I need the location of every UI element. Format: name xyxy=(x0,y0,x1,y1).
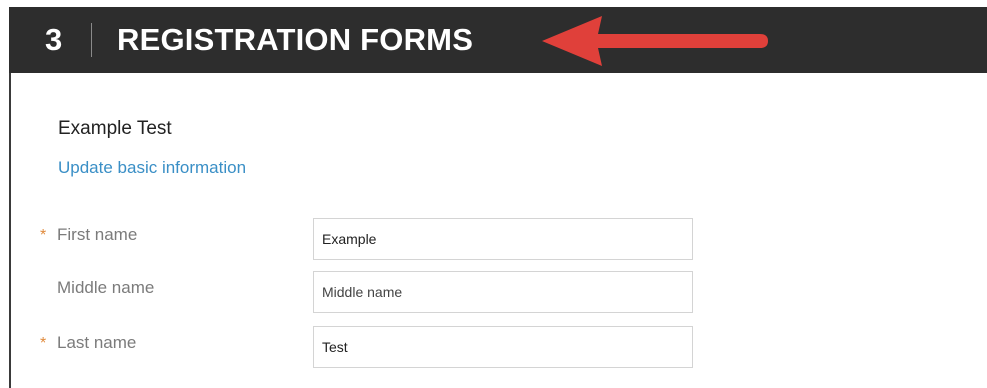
middle-name-field[interactable] xyxy=(313,271,693,313)
required-marker: * xyxy=(40,227,47,244)
header-divider xyxy=(91,23,92,57)
first-name-label: First name xyxy=(57,225,138,244)
first-name-row: * First name xyxy=(0,218,987,264)
section-header: 3 REGISTRATION FORMS xyxy=(9,7,987,73)
required-marker: * xyxy=(40,335,47,352)
section-number: 3 xyxy=(45,22,63,57)
last-name-label: Last name xyxy=(57,333,137,352)
registration-page: 3 REGISTRATION FORMS Example Test Update… xyxy=(0,0,987,388)
middle-name-label: Middle name xyxy=(57,278,155,297)
left-arrow-icon xyxy=(542,16,768,66)
first-name-field[interactable] xyxy=(313,218,693,260)
middle-name-row: Middle name xyxy=(0,271,987,317)
last-name-row: * Last name xyxy=(0,326,987,372)
section-title: REGISTRATION FORMS xyxy=(117,22,474,57)
person-name: Example Test xyxy=(58,118,172,139)
last-name-field[interactable] xyxy=(313,326,693,368)
update-basic-information-link[interactable]: Update basic information xyxy=(58,158,246,178)
